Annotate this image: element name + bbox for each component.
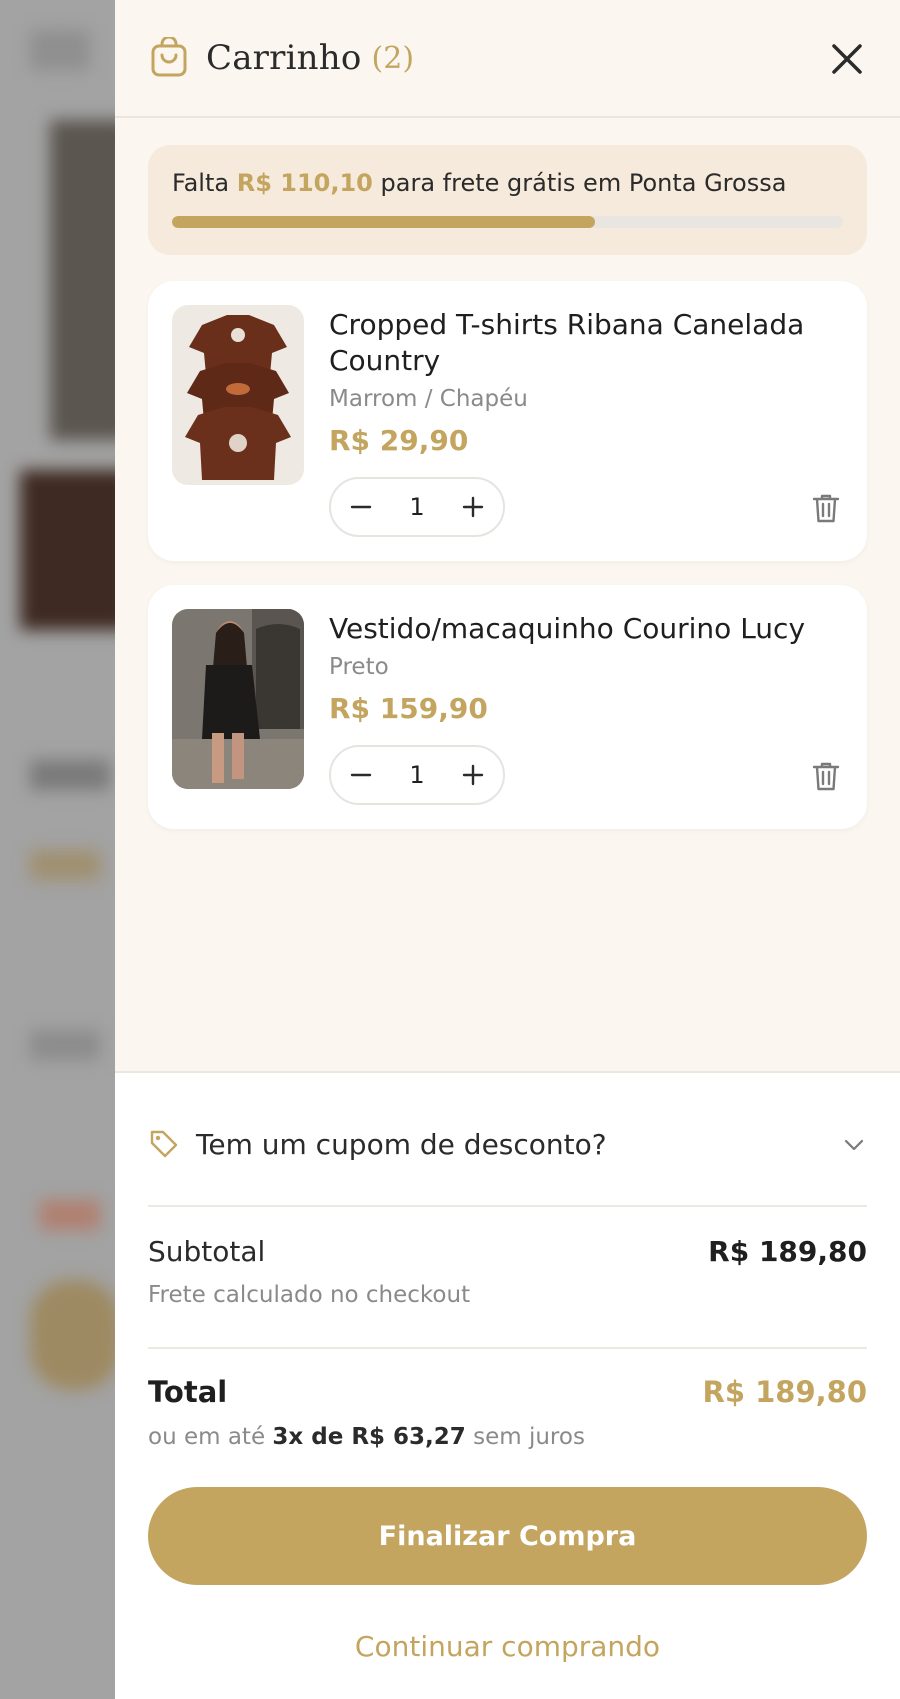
- shipping-note: Frete calculado no checkout: [148, 1282, 471, 1308]
- product-image[interactable]: [172, 305, 304, 485]
- free-shipping-progress-bar: [172, 216, 843, 228]
- installments-suffix: sem juros: [473, 1424, 585, 1450]
- free-shipping-banner: Falta R$ 110,10 para frete grátis em Pon…: [148, 145, 867, 255]
- divider: [148, 1347, 867, 1349]
- cart-item-details: Cropped T-shirts Ribana Canelada Country…: [329, 305, 843, 537]
- product-name[interactable]: Cropped T-shirts Ribana Canelada Country: [329, 305, 843, 379]
- increase-quantity-button[interactable]: [457, 759, 489, 791]
- quantity-value: 1: [409, 761, 425, 789]
- shipping-prefix: Falta: [172, 169, 230, 197]
- remove-item-button[interactable]: [809, 759, 843, 793]
- trash-icon: [812, 494, 840, 523]
- trash-icon: [812, 762, 840, 791]
- coupon-toggle[interactable]: Tem um cupom de desconto?: [148, 1119, 867, 1169]
- quantity-value: 1: [409, 493, 425, 521]
- continue-shopping-link[interactable]: Continuar comprando: [148, 1630, 867, 1663]
- coupon-label: Tem um cupom de desconto?: [196, 1127, 607, 1161]
- decrease-quantity-button[interactable]: [345, 759, 377, 791]
- close-button[interactable]: [826, 38, 868, 80]
- minus-icon: [350, 505, 372, 509]
- shipping-suffix: para frete grátis em Ponta Grossa: [380, 169, 787, 197]
- shipping-remaining-amount: R$ 110,10: [236, 169, 373, 197]
- cart-title: Carrinho: [206, 38, 362, 78]
- product-name[interactable]: Vestido/macaquinho Courino Lucy: [329, 609, 843, 647]
- total-value: R$ 189,80: [702, 1375, 867, 1409]
- close-icon: [832, 44, 862, 74]
- cart-summary-footer: Tem um cupom de desconto? Subtotal R$ 18…: [115, 1071, 900, 1699]
- remove-item-button[interactable]: [809, 491, 843, 525]
- divider: [148, 1205, 867, 1207]
- increase-quantity-button[interactable]: [457, 491, 489, 523]
- chevron-down-icon: [844, 1139, 864, 1151]
- cart-drawer: Carrinho (2) Falta R$ 110,10 para frete …: [115, 0, 900, 1699]
- tag-icon: [150, 1130, 178, 1158]
- free-shipping-message: Falta R$ 110,10 para frete grátis em Pon…: [172, 169, 843, 197]
- product-image[interactable]: [172, 609, 304, 789]
- quantity-stepper: 1: [329, 745, 505, 805]
- product-price: R$ 29,90: [329, 424, 469, 457]
- drawer-header: Carrinho (2): [115, 0, 900, 118]
- minus-icon: [350, 773, 372, 777]
- cart-item-count: (2): [371, 40, 415, 76]
- decrease-quantity-button[interactable]: [345, 491, 377, 523]
- product-variant: Marrom / Chapéu: [329, 386, 528, 412]
- plus-icon: [462, 496, 484, 518]
- installments-info: ou em até 3x de R$ 63,27 sem juros: [148, 1424, 585, 1450]
- checkout-button[interactable]: Finalizar Compra: [148, 1487, 867, 1585]
- cart-item-details: Vestido/macaquinho Courino Lucy Preto R$…: [329, 609, 843, 805]
- installments-prefix: ou em até: [148, 1424, 266, 1450]
- installments-value: 3x de R$ 63,27: [272, 1424, 466, 1450]
- cart-item: Cropped T-shirts Ribana Canelada Country…: [148, 281, 867, 561]
- quantity-stepper: 1: [329, 477, 505, 537]
- total-label: Total: [148, 1375, 228, 1409]
- product-price: R$ 159,90: [329, 692, 488, 725]
- subtotal-label: Subtotal: [148, 1235, 266, 1268]
- free-shipping-progress-fill: [172, 216, 595, 228]
- plus-icon: [462, 764, 484, 786]
- cart-item: Vestido/macaquinho Courino Lucy Preto R$…: [148, 585, 867, 829]
- subtotal-value: R$ 189,80: [708, 1235, 867, 1268]
- product-variant: Preto: [329, 654, 389, 680]
- shopping-bag-icon: [148, 37, 190, 79]
